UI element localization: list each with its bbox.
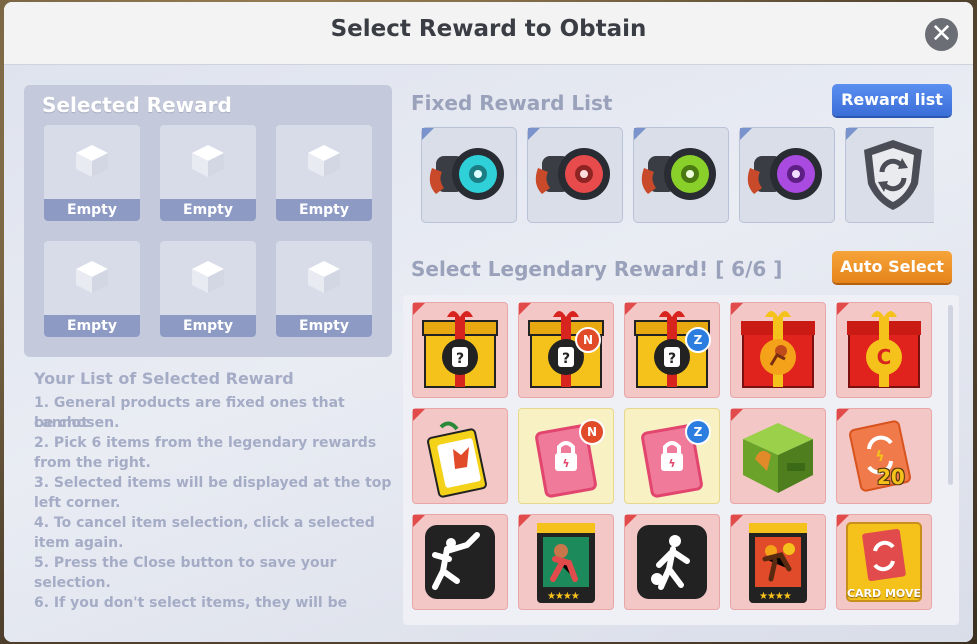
selected-slot[interactable]: Empty	[160, 125, 256, 221]
svg-text:?: ?	[668, 351, 676, 367]
n-badge: N	[579, 419, 605, 445]
selected-reward-title: Selected Reward	[42, 93, 232, 117]
svg-text:?: ?	[562, 351, 570, 367]
green-crate-icon[interactable]	[730, 408, 826, 504]
dunk-silhouette-icon[interactable]	[412, 514, 508, 610]
count-label: 20	[877, 465, 905, 489]
selected-slot[interactable]: Empty	[160, 241, 256, 337]
fixed-reward-title: Fixed Reward List	[411, 91, 613, 115]
instruction-line: 3. Selected items will be displayed at t…	[34, 475, 392, 491]
card-refresh-20-icon[interactable]: ϟ 20	[836, 408, 932, 504]
card-move-label: CARD MOVE	[846, 587, 922, 600]
slot-label: Empty	[44, 199, 140, 221]
card-move-icon[interactable]: CARD MOVE	[836, 514, 932, 610]
red-c-box-icon[interactable]: C	[836, 302, 932, 398]
n-badge: N	[575, 327, 601, 353]
instruction-line: left corner.	[34, 495, 121, 511]
instruction-line: from the right.	[34, 455, 151, 471]
instruction-line: 2. Pick 6 items from the legendary rewar…	[34, 435, 377, 451]
z-badge: Z	[685, 327, 711, 353]
instruction-line: item again.	[34, 535, 124, 551]
dribble-silhouette-icon[interactable]	[624, 514, 720, 610]
svg-text:?: ?	[456, 351, 464, 367]
gold-mystery-box-icon[interactable]: ?	[412, 302, 508, 398]
slot-label: Empty	[160, 199, 256, 221]
player-card-4star-icon[interactable]: ★★★★	[518, 514, 614, 610]
reward-dialog: Select Reward to Obtain ✕ Selected Rewar…	[4, 2, 973, 642]
instructions-heading: Your List of Selected Reward	[34, 369, 294, 388]
legendary-reward-grid: ? ? N ? Z C ϟ N ϟ Z ϟ 20 ★★★★ ★★★★ CARD …	[403, 295, 959, 625]
selected-slot[interactable]: Empty	[44, 241, 140, 337]
fire-player-card-4star-icon[interactable]: ★★★★	[730, 514, 826, 610]
slot-label: Empty	[160, 315, 256, 337]
instruction-line: 5. Press the Close button to save your	[34, 555, 337, 571]
dialog-title: Select Reward to Obtain	[330, 16, 647, 42]
svg-text:ϟ: ϟ	[668, 457, 675, 470]
selected-slot[interactable]: Empty	[44, 125, 140, 221]
fixed-reward-strip[interactable]	[411, 123, 934, 223]
jester-card-icon[interactable]	[412, 408, 508, 504]
slot-label: Empty	[276, 315, 372, 337]
selected-slot[interactable]: Empty	[276, 241, 372, 337]
empty-cube-icon	[308, 145, 340, 177]
stars-label: ★★★★	[759, 591, 792, 602]
selected-reward-panel: Selected Reward Empty Empty Empty Empty …	[24, 85, 392, 357]
stars-label: ★★★★	[547, 591, 580, 602]
gold-mystery-box-z-icon[interactable]: ? Z	[624, 302, 720, 398]
empty-cube-icon	[192, 261, 224, 293]
green-rocket-ring-icon	[633, 127, 729, 223]
slot-label: Empty	[276, 199, 372, 221]
instruction-line: 6. If you don't select items, they will …	[34, 595, 348, 611]
empty-cube-icon	[308, 261, 340, 293]
red-basketball-box-icon[interactable]	[730, 302, 826, 398]
auto-select-button[interactable]: Auto Select	[832, 251, 952, 283]
title-bar: Select Reward to Obtain ✕	[4, 2, 973, 65]
cyan-rocket-ring-icon	[421, 127, 517, 223]
instruction-line: be chosen.	[34, 415, 120, 431]
z-badge: Z	[685, 419, 711, 445]
scrollbar[interactable]	[948, 305, 953, 485]
svg-text:ϟ: ϟ	[562, 457, 569, 470]
empty-cube-icon	[192, 145, 224, 177]
empty-cube-icon	[76, 145, 108, 177]
red-rocket-ring-icon	[527, 127, 623, 223]
locked-card-n-icon[interactable]: ϟ N	[518, 408, 614, 504]
gold-mystery-box-n-icon[interactable]: ? N	[518, 302, 614, 398]
selected-slot[interactable]: Empty	[276, 125, 372, 221]
purple-rocket-ring-icon	[739, 127, 835, 223]
dialog-content: Selected Reward Empty Empty Empty Empty …	[4, 65, 973, 642]
legendary-title: Select Legendary Reward! [ 6/6 ]	[411, 257, 783, 281]
reward-list-button[interactable]: Reward list	[832, 84, 952, 116]
shield-refresh-icon	[845, 127, 934, 223]
close-icon[interactable]: ✕	[925, 18, 958, 51]
instruction-line: 4. To cancel item selection, click a sel…	[34, 515, 375, 531]
svg-text:ϟ: ϟ	[875, 449, 884, 465]
slot-label: Empty	[44, 315, 140, 337]
instruction-line: selection.	[34, 575, 111, 591]
svg-text:C: C	[877, 345, 892, 369]
empty-cube-icon	[76, 261, 108, 293]
locked-card-z-icon[interactable]: ϟ Z	[624, 408, 720, 504]
